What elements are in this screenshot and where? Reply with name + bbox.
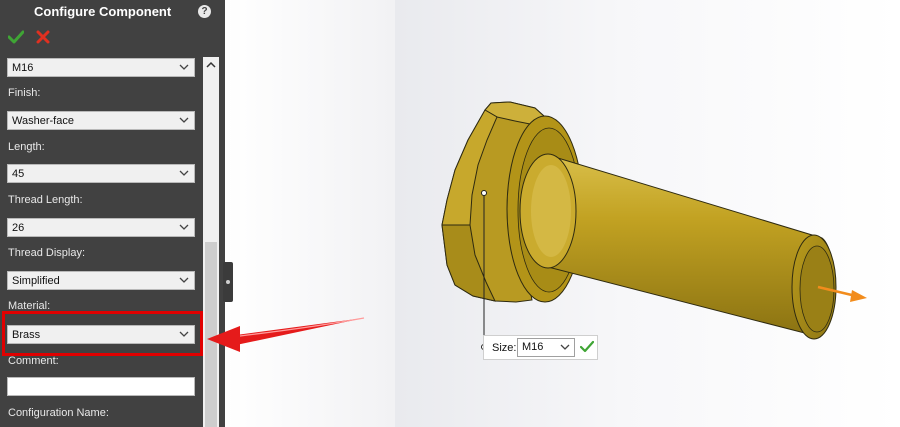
size-callout: Size: M16 [483,335,598,360]
callout-size-value: M16 [522,341,544,353]
hex-bolt [441,101,837,340]
bolt-model-view [207,101,867,352]
checkmark-icon [579,340,595,353]
callout-size-label: Size: [492,342,517,354]
callout-ok-button[interactable] [579,340,595,356]
callout-size-dropdown[interactable]: M16 [517,338,575,357]
chevron-down-icon [560,342,570,354]
annotation-arrow [207,317,365,352]
